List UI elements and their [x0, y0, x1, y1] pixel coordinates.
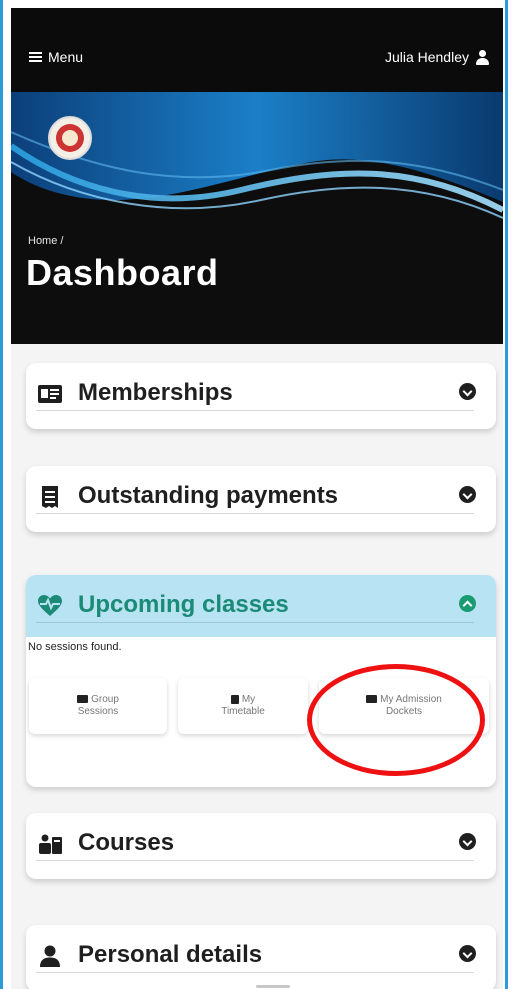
- chevron-down-icon[interactable]: [459, 383, 476, 400]
- app-screen: Menu Julia Hendley Home / Dashboard Memb…: [11, 8, 503, 989]
- courses-panel-header[interactable]: Courses: [26, 813, 496, 875]
- chevron-down-icon[interactable]: [459, 945, 476, 962]
- group-icon: [77, 695, 89, 704]
- my-timetable-label-2: Timetable: [221, 706, 265, 717]
- home-indicator: [256, 985, 290, 988]
- upcoming-classes-title: Upcoming classes: [78, 591, 289, 618]
- upcoming-classes-panel-header[interactable]: Upcoming classes: [26, 575, 496, 637]
- ticket-icon: [366, 695, 378, 704]
- personal-details-panel: Personal details: [26, 925, 496, 989]
- group-sessions-label-1: Group: [91, 694, 119, 705]
- user-name: Julia Hendley: [384, 49, 469, 65]
- top-navbar: Menu Julia Hendley: [11, 8, 503, 92]
- personal-details-panel-header[interactable]: Personal details: [26, 925, 496, 987]
- my-timetable-label-1: My: [241, 694, 256, 705]
- hero-banner: Home / Dashboard: [11, 92, 503, 344]
- upcoming-classes-panel: Upcoming classes No sessions found. Grou…: [26, 575, 496, 787]
- courses-icon: [39, 834, 62, 854]
- memberships-panel: Memberships: [26, 363, 496, 429]
- personal-details-title: Personal details: [78, 941, 263, 968]
- club-logo: [48, 116, 92, 160]
- memberships-title: Memberships: [78, 379, 233, 406]
- outstanding-payments-panel: Outstanding payments: [26, 466, 496, 532]
- right-frame-border: [505, 0, 508, 989]
- chevron-down-icon[interactable]: [459, 486, 476, 503]
- my-timetable-button[interactable]: My Timetable: [178, 678, 308, 734]
- breadcrumb[interactable]: Home /: [28, 235, 63, 247]
- chevron-down-icon[interactable]: [459, 833, 476, 850]
- my-admission-dockets-label-2: Dockets: [385, 706, 423, 717]
- memberships-panel-header[interactable]: Memberships: [26, 363, 496, 425]
- outstanding-payments-panel-header[interactable]: Outstanding payments: [26, 466, 496, 528]
- menu-button[interactable]: Menu: [29, 49, 83, 65]
- user-icon: [475, 49, 489, 65]
- my-admission-dockets-button[interactable]: My Admission Dockets: [319, 678, 489, 734]
- menu-label: Menu: [48, 49, 84, 65]
- left-frame-border: [0, 0, 3, 989]
- heartbeat-icon: [38, 595, 62, 616]
- id-card-icon: [38, 385, 62, 403]
- hamburger-icon: [29, 51, 42, 63]
- courses-panel: Courses: [26, 813, 496, 879]
- my-admission-dockets-label-1: My Admission: [380, 694, 442, 705]
- group-sessions-button[interactable]: Group Sessions: [29, 678, 167, 734]
- user-menu-button[interactable]: Julia Hendley: [385, 49, 489, 65]
- calendar-icon: [230, 694, 239, 704]
- top-whitespace: [0, 0, 508, 8]
- empty-state-text: No sessions found.: [28, 641, 122, 653]
- chevron-up-icon[interactable]: [459, 595, 476, 612]
- outstanding-payments-title: Outstanding payments: [78, 482, 339, 509]
- user-icon: [40, 945, 60, 967]
- courses-title: Courses: [78, 829, 175, 856]
- group-sessions-label-2: Sessions: [77, 706, 119, 717]
- receipt-icon: [42, 486, 58, 508]
- page-title: Dashboard: [26, 252, 219, 293]
